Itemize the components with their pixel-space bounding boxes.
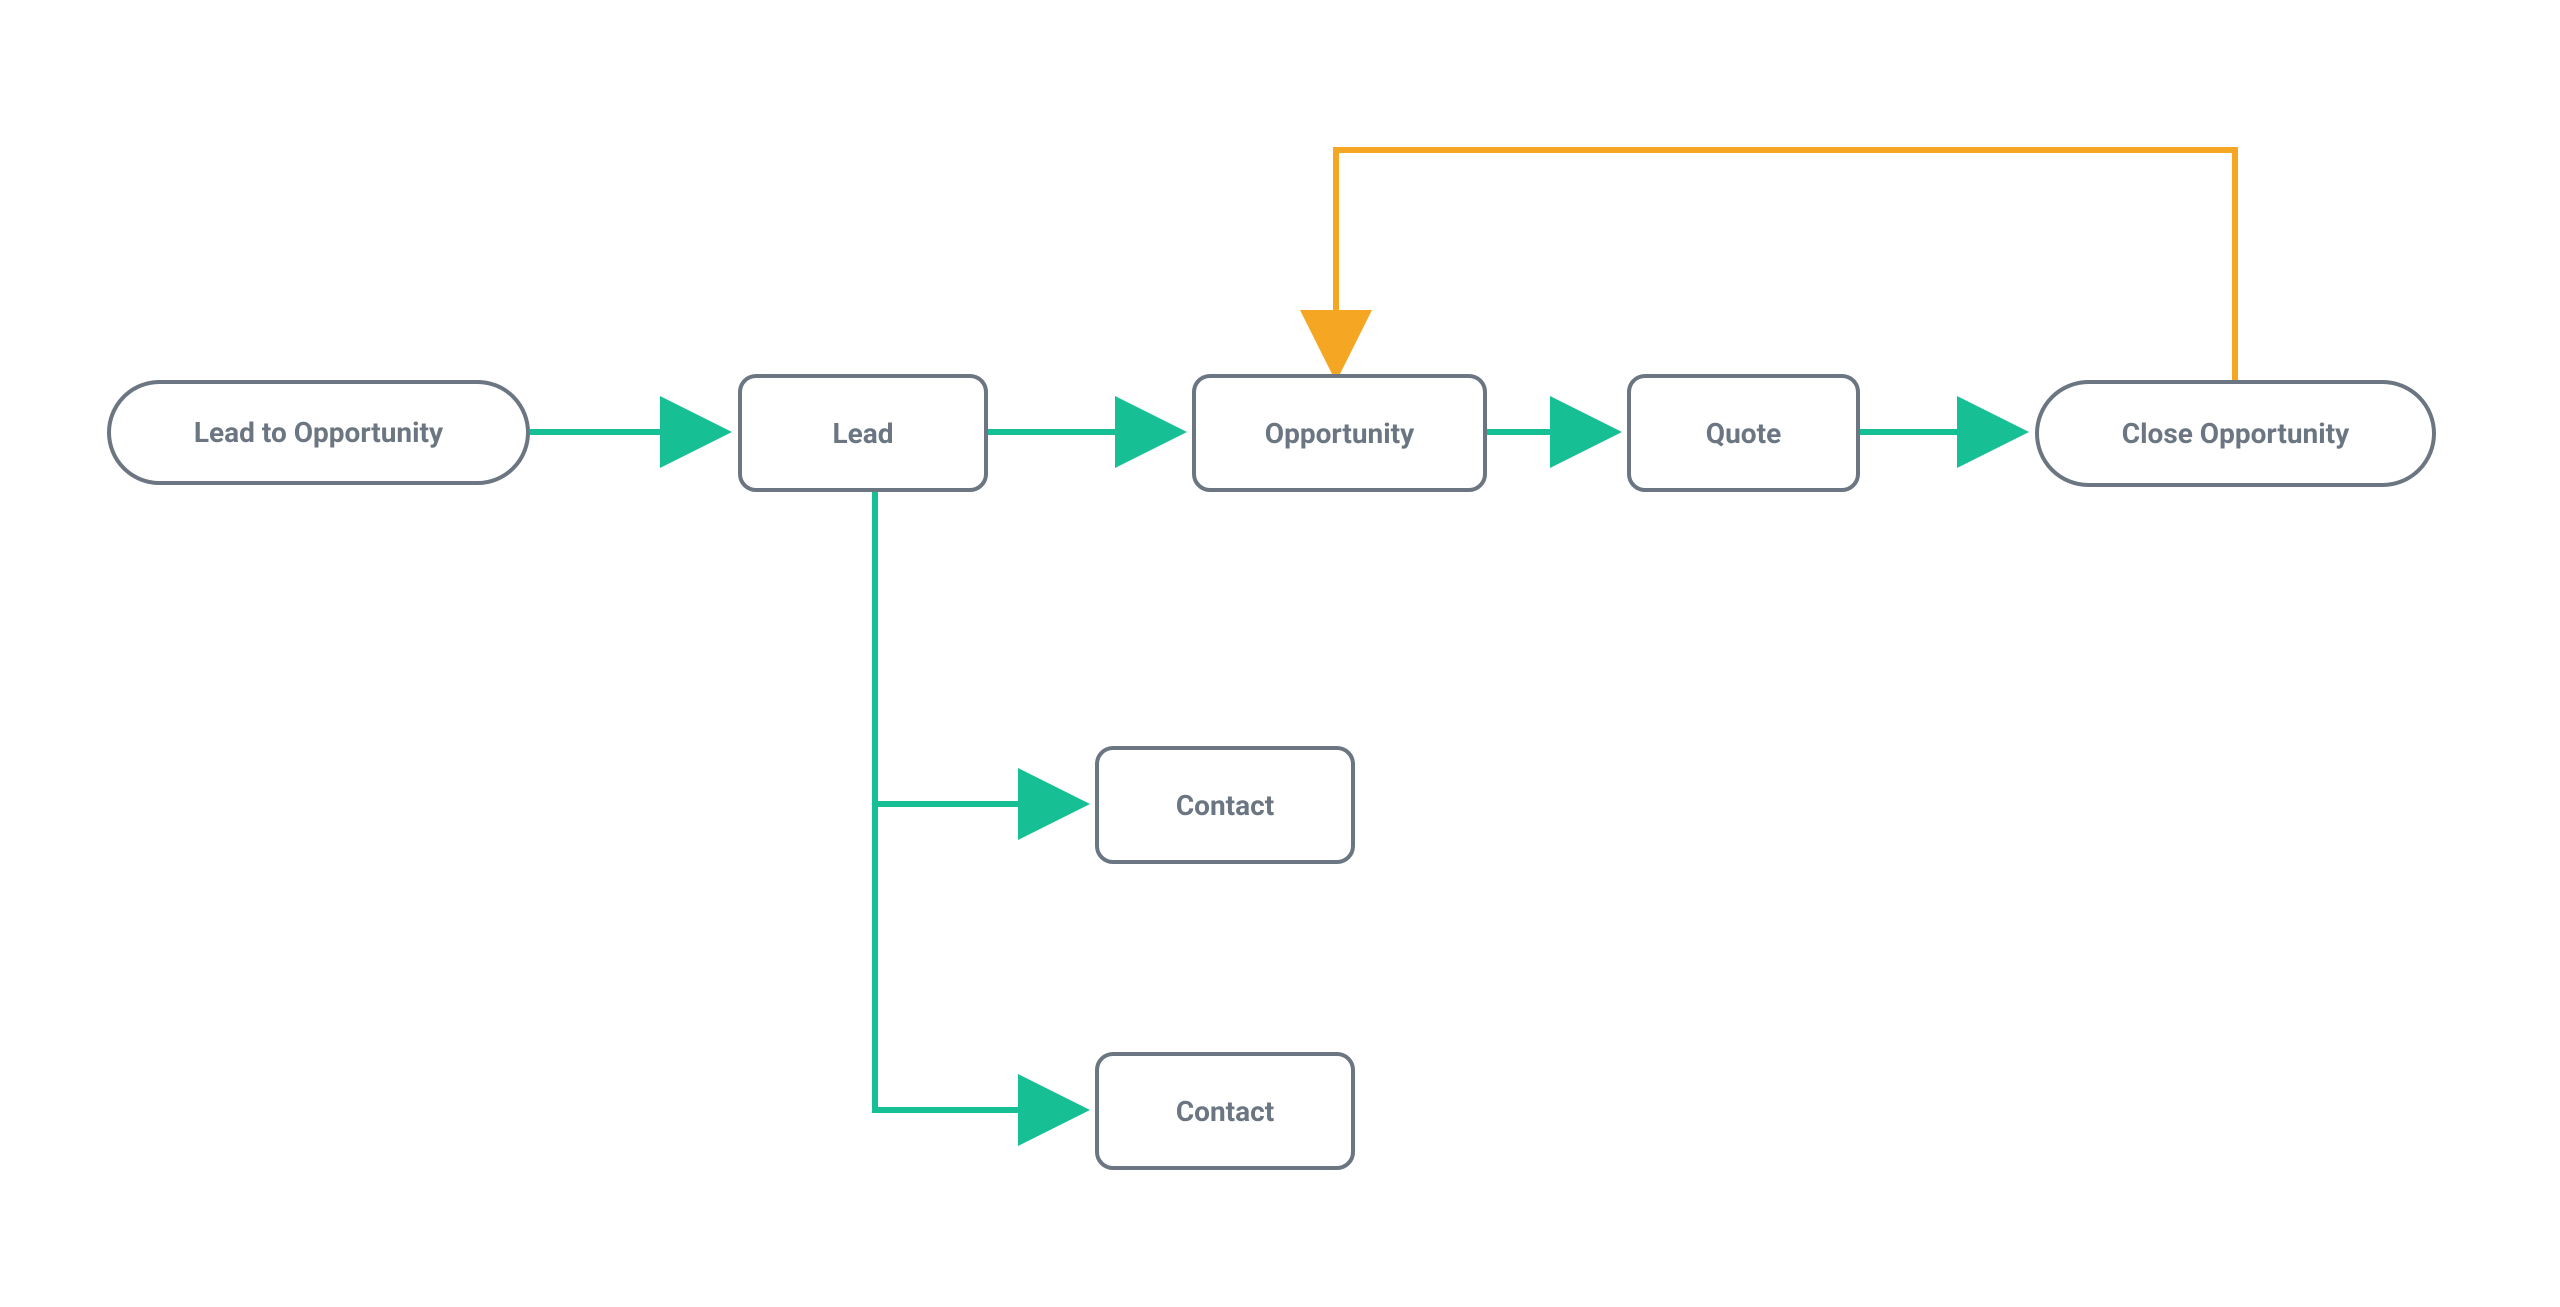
node-label: Contact xyxy=(1176,789,1274,822)
node-lead-to-opportunity: Lead to Opportunity xyxy=(107,380,530,485)
node-label: Opportunity xyxy=(1265,417,1414,450)
node-contact-1: Contact xyxy=(1095,746,1355,864)
edge-close-to-opportunity-loop xyxy=(1336,150,2235,380)
node-label: Contact xyxy=(1176,1095,1274,1128)
node-contact-2: Contact xyxy=(1095,1052,1355,1170)
node-close-opportunity: Close Opportunity xyxy=(2035,380,2436,487)
node-label: Lead xyxy=(832,417,893,450)
node-quote: Quote xyxy=(1627,374,1860,492)
node-label: Quote xyxy=(1706,417,1781,450)
node-label: Lead to Opportunity xyxy=(194,416,443,449)
edge-lead-to-contact-2 xyxy=(875,492,1078,1110)
node-label: Close Opportunity xyxy=(2122,417,2349,450)
edge-lead-to-contact-1 xyxy=(875,492,1078,804)
node-opportunity: Opportunity xyxy=(1192,374,1487,492)
diagram-canvas: Lead to Opportunity Lead Opportunity Quo… xyxy=(0,0,2560,1307)
node-lead: Lead xyxy=(738,374,988,492)
